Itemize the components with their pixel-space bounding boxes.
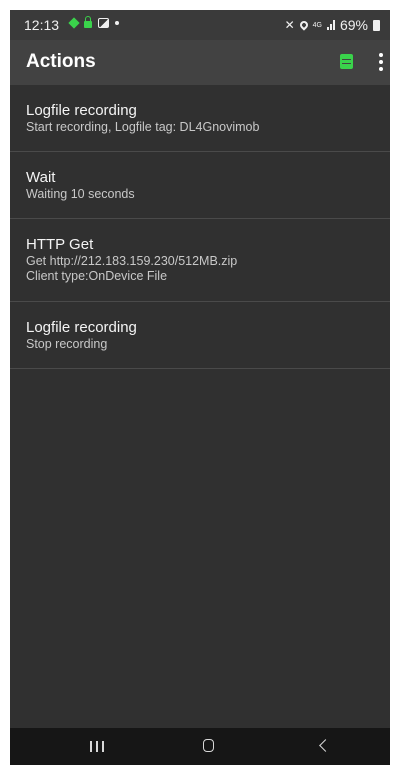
back-icon[interactable]: [319, 739, 332, 752]
action-list: Logfile recording Start recording, Logfi…: [10, 85, 390, 369]
battery-icon: [373, 19, 380, 31]
action-description: Client type:OnDevice File: [26, 269, 168, 283]
action-item-http-get[interactable]: HTTP Get Get http://212.183.159.230/512M…: [10, 219, 390, 302]
status-time: 12:13: [24, 17, 60, 33]
action-item-wait[interactable]: Wait Waiting 10 seconds: [10, 152, 390, 219]
action-title: Logfile recording: [26, 319, 137, 336]
action-title: HTTP Get: [26, 236, 94, 253]
action-title: Logfile recording: [26, 102, 137, 119]
image-icon: [98, 17, 109, 28]
status-left-icons: [68, 16, 119, 29]
battery-percent: 69%: [339, 17, 368, 33]
navigation-bar: [10, 728, 390, 765]
signal-icon: [326, 20, 335, 30]
phone-display: 12:13 ✕ 4G 69% Actions Logfile recording…: [10, 10, 390, 765]
action-item-logfile-start[interactable]: Logfile recording Start recording, Logfi…: [10, 85, 390, 152]
status-bar: 12:13 ✕ 4G 69%: [10, 10, 390, 40]
action-title: Wait: [26, 169, 56, 186]
action-description: Stop recording: [26, 337, 108, 351]
app-bar: Actions: [10, 40, 390, 85]
recents-icon[interactable]: [90, 741, 104, 752]
more-options-icon[interactable]: [377, 53, 385, 71]
lock-icon: [84, 16, 92, 28]
list-icon[interactable]: [340, 54, 353, 69]
screen: 12:13 ✕ 4G 69% Actions Logfile recording…: [0, 0, 400, 765]
green-diamond-icon: [68, 16, 80, 29]
mute-icon: ✕: [284, 18, 295, 32]
location-icon: [297, 19, 310, 31]
home-icon[interactable]: [203, 739, 214, 752]
action-description: Get http://212.183.159.230/512MB.zip: [26, 254, 238, 268]
action-description: Waiting 10 seconds: [26, 187, 135, 201]
action-item-logfile-stop[interactable]: Logfile recording Stop recording: [10, 302, 390, 369]
status-right-icons: ✕ 4G 69%: [285, 17, 380, 33]
dot-icon: [115, 20, 119, 25]
4g-icon: 4G: [312, 21, 322, 29]
page-title: Actions: [26, 51, 96, 72]
action-description: Start recording, Logfile tag: DL4Gnovimo…: [26, 120, 260, 134]
